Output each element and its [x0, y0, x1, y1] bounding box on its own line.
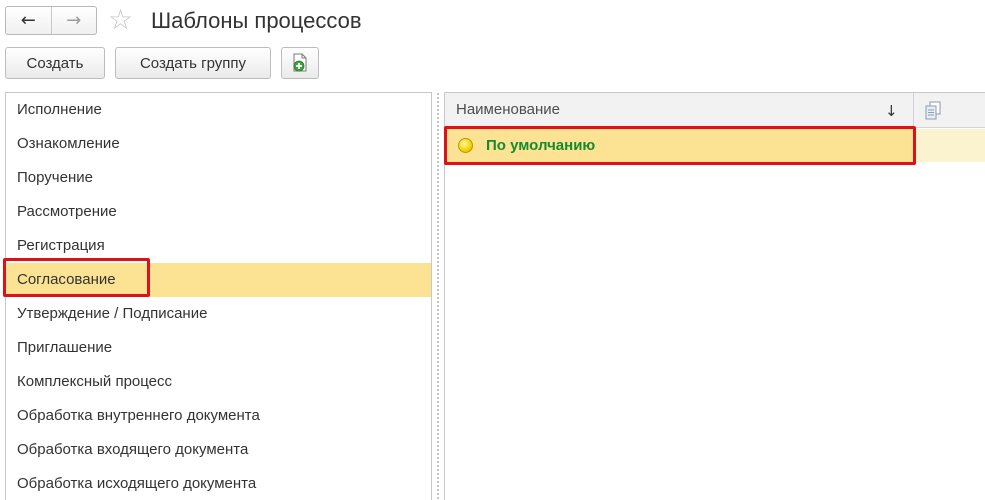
list-item[interactable]: Поручение [6, 161, 431, 195]
list-item[interactable]: Ознакомление [6, 127, 431, 161]
navigation-buttons: ← → [5, 6, 97, 35]
favorite-star-icon[interactable]: ☆ [108, 4, 133, 36]
yellow-circle-icon [458, 138, 473, 153]
page-title: Шаблоны процессов [151, 8, 362, 33]
list-item-selected[interactable]: Согласование [6, 263, 431, 297]
list-item[interactable]: Комплексный процесс [6, 365, 431, 399]
back-button[interactable]: ← [6, 7, 52, 34]
list-item[interactable]: Регистрация [6, 229, 431, 263]
create-button[interactable]: Создать [5, 47, 105, 79]
list-item[interactable]: Утверждение / Подписание [6, 297, 431, 331]
process-templates-window: ← → ☆ Шаблоны процессов Создать Создать … [0, 0, 985, 500]
row-label: По умолчанию [486, 137, 596, 154]
create-group-button[interactable]: Создать группу [115, 47, 271, 79]
list-item[interactable]: Обработка входящего документа [6, 433, 431, 467]
column-header-name[interactable]: Наименование [456, 93, 560, 127]
row-name-cell: По умолчанию [445, 129, 914, 162]
list-item[interactable]: Обработка исходящего документа [6, 467, 431, 500]
list-item[interactable]: Обработка внутреннего документа [6, 399, 431, 433]
templates-table: Наименование ↓ По умолчанию [444, 92, 985, 500]
forward-button[interactable]: → [52, 7, 97, 34]
add-document-icon [293, 53, 307, 72]
list-item[interactable]: Приглашение [6, 331, 431, 365]
column-divider [913, 93, 914, 128]
add-document-button[interactable] [281, 47, 319, 79]
table-row[interactable]: По умолчанию [445, 129, 985, 162]
table-header: Наименование ↓ [445, 93, 985, 128]
list-item[interactable]: Рассмотрение [6, 195, 431, 229]
panel-splitter[interactable] [436, 92, 440, 500]
sort-descending-icon: ↓ [885, 102, 898, 120]
process-type-list: Исполнение Ознакомление Поручение Рассмо… [5, 92, 432, 500]
copy-icon[interactable] [924, 101, 942, 126]
list-item[interactable]: Исполнение [6, 93, 431, 127]
